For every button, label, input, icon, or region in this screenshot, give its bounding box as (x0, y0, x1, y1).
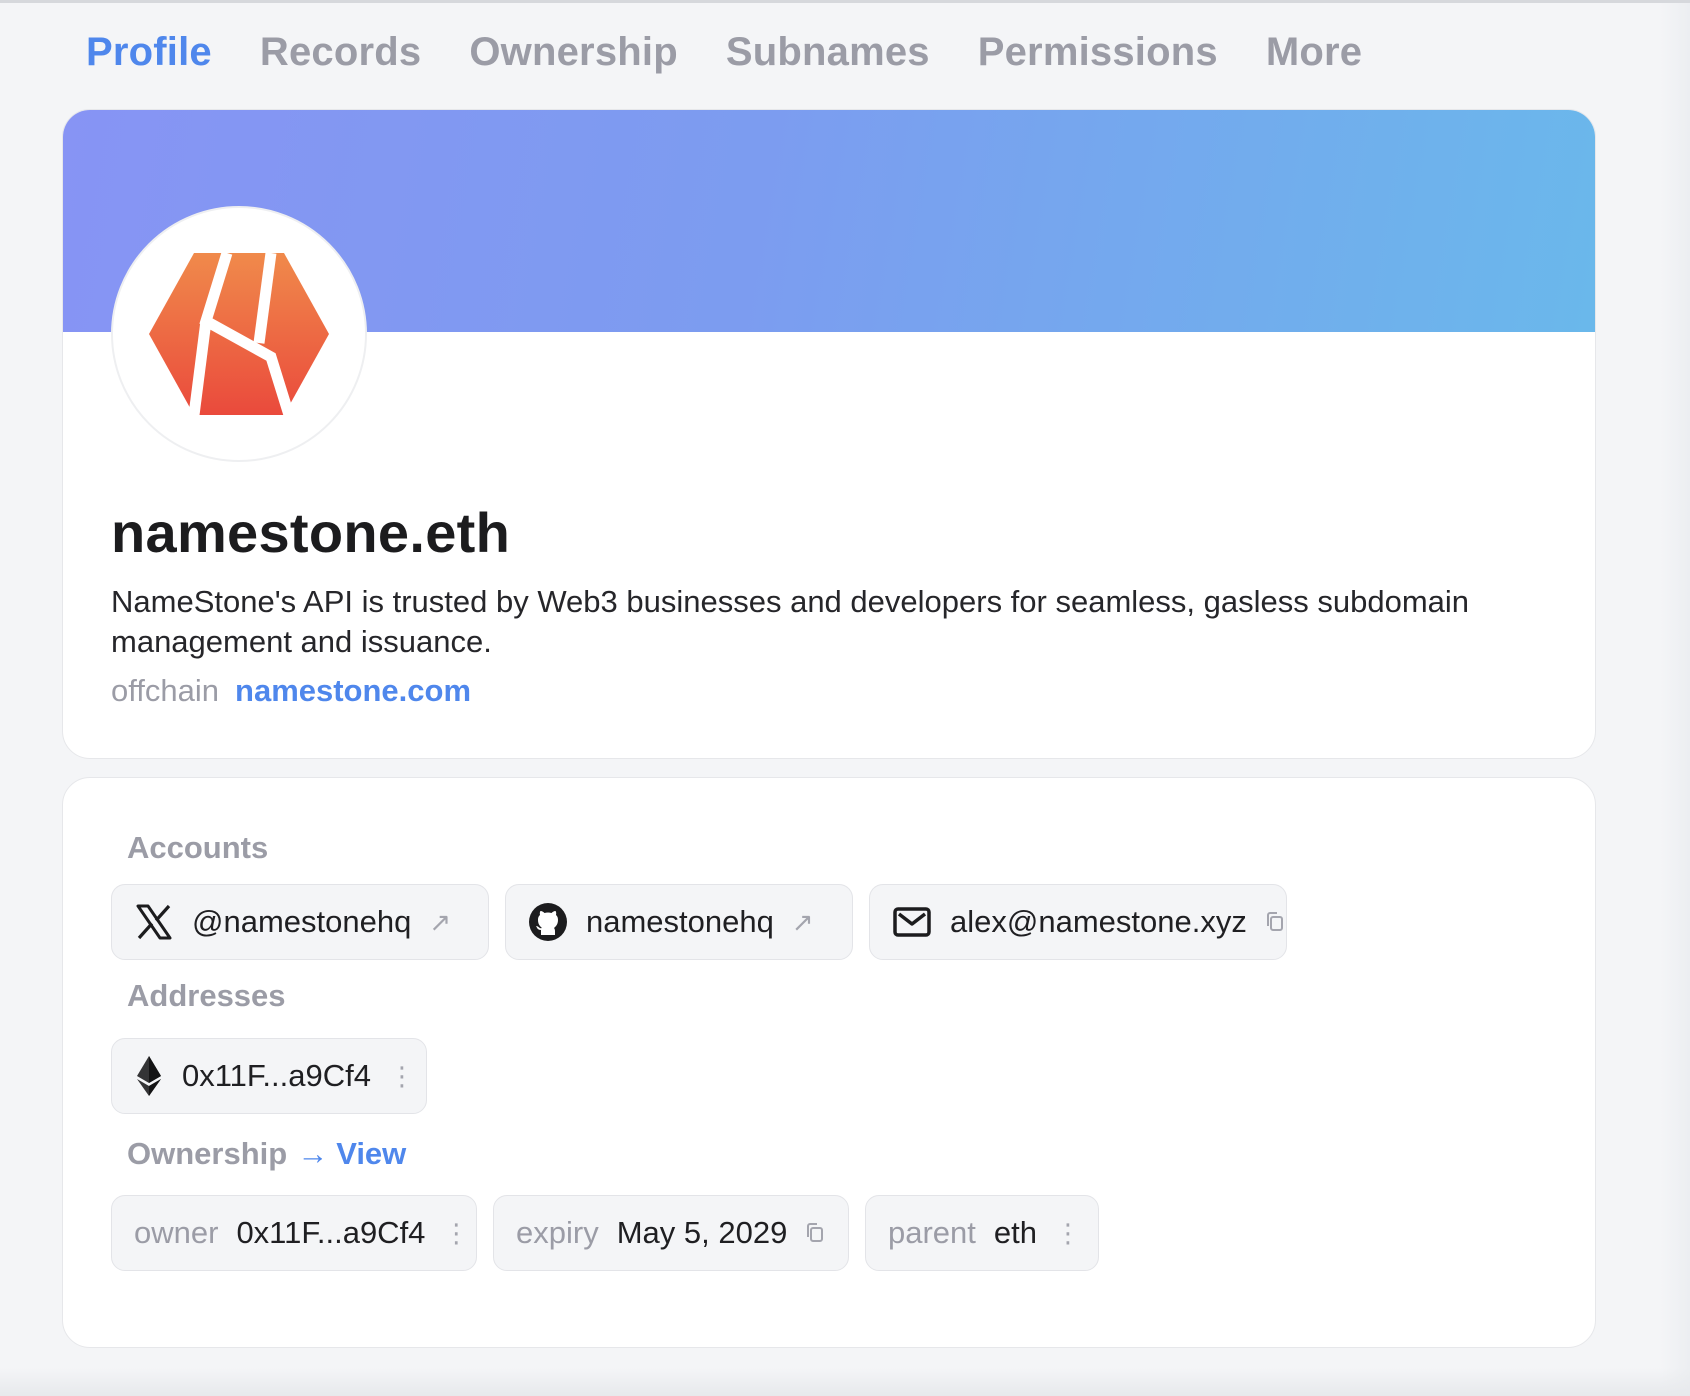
account-chip-x[interactable]: @namestonehq ↗ (111, 884, 489, 960)
tab-ownership[interactable]: Ownership (469, 22, 678, 82)
ownership-label: Ownership (127, 1136, 288, 1171)
account-handle: @namestonehq (192, 904, 412, 939)
profile-description: NameStone's API is trusted by Web3 busin… (111, 584, 1470, 659)
account-chip-github[interactable]: namestonehq ↗ (505, 884, 853, 960)
profile-tabs: Profile Records Ownership Subnames Permi… (86, 22, 1362, 82)
ownership-key: owner (134, 1215, 219, 1250)
more-vertical-icon[interactable]: ⋮ (1055, 1218, 1081, 1249)
account-chip-email[interactable]: alex@namestone.xyz (869, 884, 1287, 960)
ownership-value: 0x11F...a9Cf4 (236, 1215, 426, 1250)
arrow-right-icon: → (297, 1136, 329, 1171)
ownership-key: parent (888, 1215, 976, 1250)
tab-permissions[interactable]: Permissions (978, 22, 1218, 82)
bottom-edge-shadow (0, 1368, 1690, 1396)
offchain-label: offchain (111, 673, 220, 708)
scroll-edge-shadow (1660, 3, 1690, 1396)
tab-profile[interactable]: Profile (86, 22, 212, 82)
profile-name: namestone.eth (111, 501, 511, 564)
address-chip-eth[interactable]: 0x11F...a9Cf4 ⋮ (111, 1038, 427, 1114)
top-divider (0, 0, 1690, 3)
ownership-value: May 5, 2029 (616, 1215, 788, 1250)
ownership-heading: Ownership → View (127, 1136, 406, 1172)
github-icon (528, 902, 568, 942)
x-twitter-icon (134, 902, 174, 942)
details-card: Accounts @namestonehq ↗ namestonehq ↗ al… (62, 777, 1596, 1348)
tab-records[interactable]: Records (260, 22, 421, 82)
account-handle: namestonehq (586, 904, 774, 939)
ownership-view-link[interactable]: View (336, 1136, 406, 1171)
ownership-value: eth (993, 1215, 1038, 1250)
external-link-icon: ↗ (791, 906, 814, 937)
external-link-icon: ↗ (429, 906, 452, 937)
ownership-chip-owner[interactable]: owner 0x11F...a9Cf4 ⋮ (111, 1195, 477, 1271)
namestone-logo-icon (149, 253, 329, 415)
profile-meta: offchain namestone.com (111, 673, 471, 709)
copy-icon[interactable] (1265, 911, 1285, 933)
ethereum-icon (134, 1055, 164, 1097)
profile-card: namestone.eth NameStone's API is trusted… (62, 109, 1596, 759)
ownership-key: expiry (516, 1215, 599, 1250)
more-vertical-icon[interactable]: ⋮ (389, 1061, 415, 1092)
account-email: alex@namestone.xyz (950, 904, 1247, 939)
email-icon (892, 902, 932, 942)
avatar (111, 206, 367, 462)
copy-icon[interactable] (805, 1222, 825, 1244)
more-vertical-icon[interactable]: ⋮ (443, 1218, 469, 1249)
accounts-heading: Accounts (127, 830, 269, 865)
ownership-chip-parent[interactable]: parent eth ⋮ (865, 1195, 1099, 1271)
website-link[interactable]: namestone.com (235, 673, 471, 709)
address-value: 0x11F...a9Cf4 (182, 1058, 371, 1093)
tab-more[interactable]: More (1266, 22, 1362, 82)
tab-subnames[interactable]: Subnames (726, 22, 930, 82)
ownership-chip-expiry[interactable]: expiry May 5, 2029 (493, 1195, 849, 1271)
addresses-heading: Addresses (127, 978, 286, 1013)
